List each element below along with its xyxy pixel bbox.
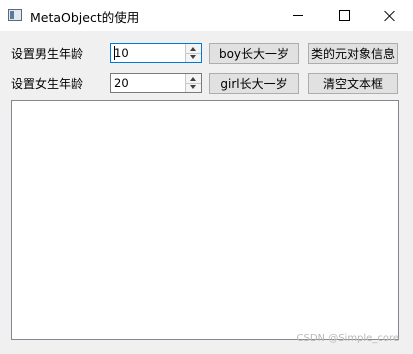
csdn-watermark: CSDN @Simple_core	[296, 333, 400, 344]
minimize-button[interactable]	[275, 0, 321, 31]
girl-age-label: 设置女生年龄	[11, 77, 84, 91]
window-title: MetaObject的使用	[30, 10, 140, 25]
stepper-divider	[186, 82, 201, 84]
girl-age-stepper[interactable]	[185, 74, 201, 92]
girl-age-spinbox[interactable]: 20	[110, 73, 202, 93]
maximize-icon	[338, 10, 350, 21]
boy-age-stepper[interactable]	[185, 44, 201, 62]
boy-age-value[interactable]: 10	[114, 46, 129, 60]
main-window: MetaObject的使用 设置男生年龄 10 boy长大一岁 类的元对象信息 …	[0, 0, 413, 354]
boy-grow-button[interactable]: boy长大一岁	[209, 43, 299, 64]
close-button[interactable]	[367, 0, 413, 31]
girl-grow-button[interactable]: girl长大一岁	[209, 73, 299, 94]
stepper-divider	[186, 52, 201, 54]
spin-up-icon[interactable]	[190, 47, 196, 51]
minimize-icon	[293, 15, 303, 16]
maximize-button[interactable]	[321, 0, 367, 31]
app-window-icon	[8, 9, 22, 21]
class-meta-info-button[interactable]: 类的元对象信息	[308, 43, 398, 64]
girl-age-value[interactable]: 20	[114, 76, 129, 90]
boy-age-spinbox[interactable]: 10	[110, 43, 202, 63]
boy-age-label: 设置男生年龄	[11, 47, 84, 61]
clear-text-button[interactable]: 清空文本框	[308, 73, 398, 94]
spin-down-icon[interactable]	[190, 55, 196, 59]
output-text-area[interactable]	[11, 100, 399, 340]
spin-down-icon[interactable]	[190, 85, 196, 89]
text-caret	[114, 46, 115, 60]
spin-up-icon[interactable]	[190, 77, 196, 81]
title-bar[interactable]: MetaObject的使用	[0, 0, 413, 31]
close-icon	[384, 10, 396, 22]
